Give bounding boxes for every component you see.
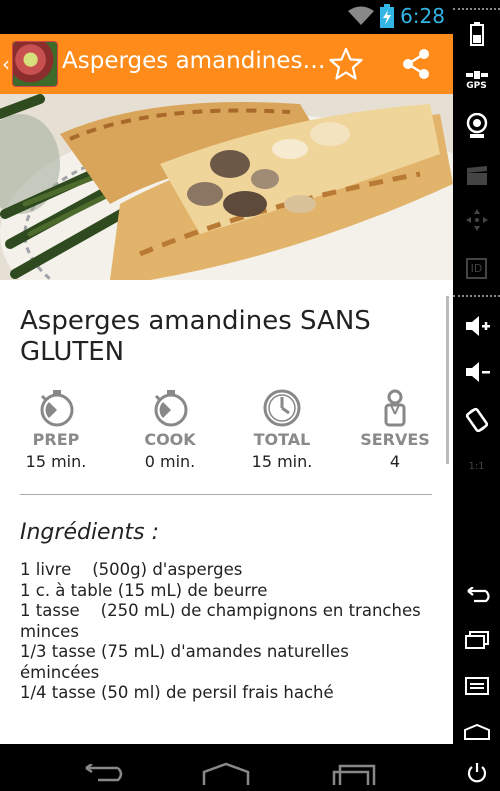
- recipe-content[interactable]: Asperges amandines SANS GLUTEN PREP 15 m…: [0, 280, 453, 744]
- ingredient-item: 1 tasse (250 mL) de champignons en tranc…: [20, 601, 426, 641]
- ingredient-item: 1/3 tasse (75 mL) d'amandes naturelles é…: [20, 642, 349, 682]
- home-side-button[interactable]: [453, 714, 500, 750]
- clapperboard-icon: [466, 166, 487, 185]
- camera-side-button[interactable]: [453, 108, 500, 144]
- scrollbar[interactable]: [446, 296, 449, 464]
- webcam-icon: [466, 113, 487, 138]
- stat-cook-value: 0 min.: [144, 452, 196, 471]
- satellite-icon: [465, 71, 488, 79]
- status-clock: 6:28: [400, 4, 445, 28]
- stat-prep-label: PREP: [32, 430, 80, 449]
- stopwatch-icon: [154, 390, 188, 427]
- ingredient-item: 1/4 tasse (50 ml) de persil frais haché: [20, 683, 334, 702]
- dpad-side-button[interactable]: [453, 202, 500, 238]
- recipe-photo: [0, 94, 453, 280]
- status-bar: 6:28: [0, 0, 453, 34]
- ingredient-item: 1 livre (500g) d'asperges: [20, 560, 243, 579]
- recipe-title: Asperges amandines SANS GLUTEN: [20, 306, 371, 367]
- recents-side-button[interactable]: [453, 622, 500, 658]
- volume-down-icon: [465, 362, 490, 382]
- back-nav-icon[interactable]: [78, 764, 124, 785]
- battery-icon: [469, 22, 484, 46]
- rotate-side-button[interactable]: [453, 402, 500, 438]
- stat-total-value: 15 min.: [251, 452, 313, 471]
- device-id-side-button[interactable]: ID: [453, 250, 500, 286]
- stat-total-label: TOTAL: [253, 430, 311, 449]
- stat-serves-label: SERVES: [360, 430, 430, 449]
- recents-nav-icon[interactable]: [332, 764, 376, 785]
- volume-up-side-button[interactable]: [453, 308, 500, 344]
- back-side-button[interactable]: [453, 578, 500, 614]
- device-id-label: ID: [465, 257, 488, 279]
- home-nav-icon[interactable]: [202, 762, 250, 785]
- wifi-icon: [348, 6, 375, 25]
- home-icon: [463, 724, 490, 740]
- emulator-side-panel: GPS ID 1:1: [453, 0, 500, 785]
- navigation-bar: [0, 744, 453, 785]
- rotate-screen-icon: [465, 407, 488, 433]
- battery-icon: [380, 4, 395, 28]
- action-bar: ‹ Asperges amandines SANS GLUTEN: [0, 34, 453, 94]
- action-bar-title: Asperges amandines SANS GLUTEN: [62, 48, 327, 74]
- screen-record-side-button[interactable]: [453, 158, 500, 194]
- volume-down-side-button[interactable]: [453, 354, 500, 390]
- stopwatch-icon: [40, 390, 74, 427]
- stat-prep-value: 15 min.: [25, 452, 87, 471]
- menu-icon: [464, 677, 489, 695]
- recipe-stats: PREP 15 min. COOK 0 min. TOTAL 15 min. S…: [0, 388, 453, 478]
- back-arrow-icon: [466, 587, 490, 603]
- app-logo[interactable]: [12, 41, 58, 87]
- stat-serves: SERVES 4: [355, 388, 435, 471]
- gps-side-button[interactable]: GPS: [453, 62, 500, 98]
- stat-total: TOTAL 15 min.: [242, 388, 322, 471]
- ingredient-item: 1 c. à table (15 mL) de beurre: [20, 580, 268, 600]
- status-icons: 6:28: [348, 4, 445, 28]
- ingredients-heading: Ingrédients :: [20, 520, 160, 545]
- stat-prep: PREP 15 min.: [16, 388, 96, 471]
- panel-separator: [453, 8, 500, 10]
- battery-side-button[interactable]: [453, 16, 500, 52]
- divider: [20, 494, 432, 495]
- chef-icon: [384, 389, 406, 427]
- power-side-button[interactable]: [453, 755, 500, 791]
- dpad-icon: [465, 209, 488, 231]
- recents-icon: [464, 631, 489, 649]
- clock-icon: [263, 389, 301, 427]
- stat-cook: COOK 0 min.: [130, 388, 210, 471]
- scale-side-button[interactable]: 1:1: [453, 448, 500, 484]
- power-icon: [467, 763, 486, 783]
- stat-cook-label: COOK: [144, 430, 196, 449]
- stat-serves-value: 4: [389, 452, 401, 471]
- volume-up-icon: [465, 316, 490, 336]
- menu-side-button[interactable]: [453, 668, 500, 704]
- gps-label: GPS: [466, 81, 487, 91]
- share-icon[interactable]: [398, 46, 434, 82]
- recipe-photo-illustration: [0, 94, 453, 280]
- panel-separator: [453, 295, 500, 297]
- back-icon[interactable]: ‹: [2, 52, 10, 76]
- scale-label: 1:1: [468, 460, 485, 472]
- favorite-star-icon[interactable]: [328, 46, 364, 82]
- ingredients-list: 1 livre (500g) d'asperges 1 c. à table (…: [20, 560, 430, 704]
